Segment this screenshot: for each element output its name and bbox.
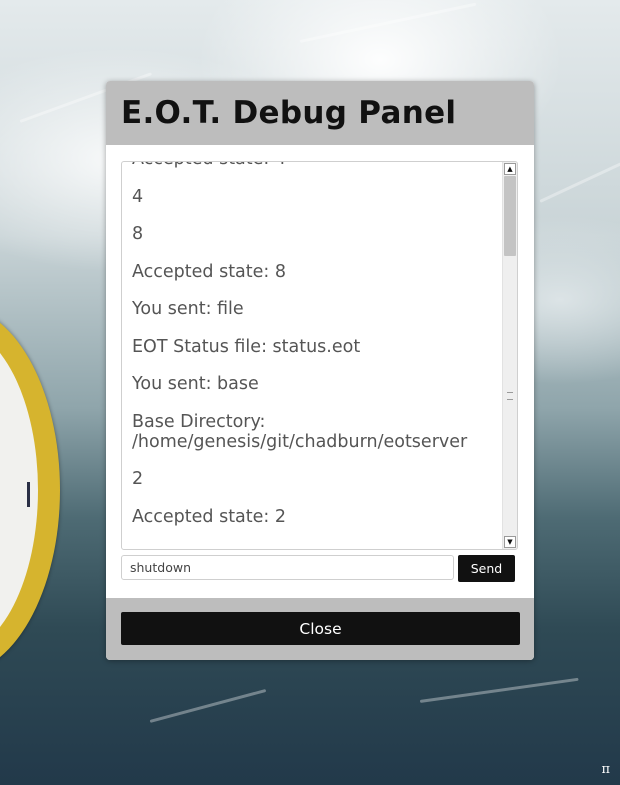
log-line: EOT Status file: status.eot	[132, 336, 361, 357]
ocean-background: E.O.T. Debug Panel Accepted state: 448Ac…	[0, 0, 620, 785]
command-input[interactable]	[121, 555, 454, 580]
send-button[interactable]: Send	[458, 555, 515, 582]
chadburn-dial	[0, 305, 60, 675]
log-line: Accepted state: 8	[132, 261, 287, 282]
debug-log[interactable]: Accepted state: 4 4 8 Accepted state: 8 You …	[121, 161, 518, 550]
wave-streak	[149, 688, 267, 723]
panel-header: E.O.T. Debug Panel	[106, 81, 534, 145]
log-line: 2	[132, 469, 144, 489]
log-line: Base Directory: /home/genesis/git/chadbu…	[132, 411, 468, 452]
log-line: Accepted state: 4	[132, 162, 502, 169]
log-line: 4	[132, 186, 144, 207]
command-row: Send	[121, 555, 518, 582]
debug-panel: E.O.T. Debug Panel Accepted state: 448Ac…	[106, 81, 534, 660]
scroll-up-icon[interactable]: ▲	[504, 163, 516, 175]
dial-tick-mark	[27, 482, 30, 507]
pi-icon[interactable]: π	[601, 762, 610, 777]
scroll-thumb[interactable]	[504, 176, 516, 256]
log-line: Accepted state: 2	[132, 506, 287, 527]
wave-streak	[539, 162, 620, 203]
log-line: You sent: file	[132, 299, 244, 319]
panel-footer: Close	[106, 598, 534, 660]
log-scrollbar[interactable]: ▲ ▼	[502, 162, 517, 549]
close-button[interactable]: Close	[121, 612, 520, 645]
log-content: Accepted state: 4 4 8 Accepted state: 8 You …	[132, 162, 502, 544]
log-line: You sent: base	[132, 374, 259, 394]
scroll-down-icon[interactable]: ▼	[504, 536, 516, 548]
wave-streak	[419, 677, 579, 703]
log-line: 8	[132, 224, 144, 244]
panel-title: E.O.T. Debug Panel	[121, 95, 457, 131]
wave-streak	[299, 2, 477, 43]
scroll-grip-icon	[507, 392, 513, 400]
chadburn-dial-face	[0, 327, 38, 653]
